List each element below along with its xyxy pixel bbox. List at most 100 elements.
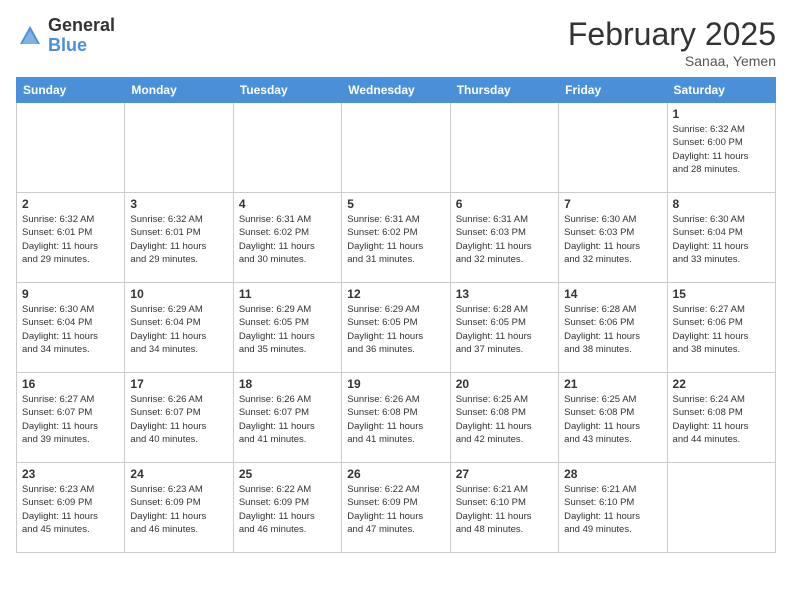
- calendar-cell: [450, 103, 558, 193]
- day-number: 12: [347, 287, 444, 301]
- day-number: 11: [239, 287, 336, 301]
- calendar-cell: 12 Sunrise: 6:29 AM Sunset: 6:05 PM Dayli…: [342, 283, 450, 373]
- day-info: Sunrise: 6:25 AM Sunset: 6:08 PM Dayligh…: [564, 393, 661, 446]
- day-info: Sunrise: 6:28 AM Sunset: 6:05 PM Dayligh…: [456, 303, 553, 356]
- calendar-cell: 23 Sunrise: 6:23 AM Sunset: 6:09 PM Dayli…: [17, 463, 125, 553]
- day-number: 24: [130, 467, 227, 481]
- calendar-cell: 19 Sunrise: 6:26 AM Sunset: 6:08 PM Dayli…: [342, 373, 450, 463]
- day-header-friday: Friday: [559, 78, 667, 103]
- day-number: 26: [347, 467, 444, 481]
- location: Sanaa, Yemen: [568, 53, 776, 69]
- day-number: 7: [564, 197, 661, 211]
- day-info: Sunrise: 6:21 AM Sunset: 6:10 PM Dayligh…: [564, 483, 661, 536]
- day-header-saturday: Saturday: [667, 78, 775, 103]
- day-number: 13: [456, 287, 553, 301]
- day-number: 22: [673, 377, 770, 391]
- day-number: 5: [347, 197, 444, 211]
- page-header: General Blue February 2025 Sanaa, Yemen: [16, 16, 776, 69]
- title-block: February 2025 Sanaa, Yemen: [568, 16, 776, 69]
- calendar-cell: 18 Sunrise: 6:26 AM Sunset: 6:07 PM Dayli…: [233, 373, 341, 463]
- day-info: Sunrise: 6:26 AM Sunset: 6:08 PM Dayligh…: [347, 393, 444, 446]
- logo-text: General Blue: [48, 16, 115, 56]
- calendar-cell: 14 Sunrise: 6:28 AM Sunset: 6:06 PM Dayli…: [559, 283, 667, 373]
- logo-icon: [16, 22, 44, 50]
- logo-blue: Blue: [48, 36, 115, 56]
- day-info: Sunrise: 6:31 AM Sunset: 6:03 PM Dayligh…: [456, 213, 553, 266]
- month-title: February 2025: [568, 16, 776, 53]
- day-number: 25: [239, 467, 336, 481]
- calendar-week-3: 9Sunrise: 6:30 AM Sunset: 6:04 PM Daylig…: [17, 283, 776, 373]
- day-number: 19: [347, 377, 444, 391]
- day-info: Sunrise: 6:31 AM Sunset: 6:02 PM Dayligh…: [347, 213, 444, 266]
- calendar-cell: 20 Sunrise: 6:25 AM Sunset: 6:08 PM Dayli…: [450, 373, 558, 463]
- calendar-cell: 4 Sunrise: 6:31 AM Sunset: 6:02 PM Daylig…: [233, 193, 341, 283]
- day-header-sunday: Sunday: [17, 78, 125, 103]
- day-header-thursday: Thursday: [450, 78, 558, 103]
- calendar-cell: 6 Sunrise: 6:31 AM Sunset: 6:03 PM Daylig…: [450, 193, 558, 283]
- day-info: Sunrise: 6:24 AM Sunset: 6:08 PM Dayligh…: [673, 393, 770, 446]
- calendar-week-1: 1Sunrise: 6:32 AM Sunset: 6:00 PM Daylig…: [17, 103, 776, 193]
- day-number: 2: [22, 197, 119, 211]
- calendar-cell: 16 Sunrise: 6:27 AM Sunset: 6:07 PM Dayli…: [17, 373, 125, 463]
- calendar-cell: 11 Sunrise: 6:29 AM Sunset: 6:05 PM Dayli…: [233, 283, 341, 373]
- calendar-cell: 13 Sunrise: 6:28 AM Sunset: 6:05 PM Dayli…: [450, 283, 558, 373]
- day-info: Sunrise: 6:26 AM Sunset: 6:07 PM Dayligh…: [239, 393, 336, 446]
- day-number: 6: [456, 197, 553, 211]
- day-info: Sunrise: 6:27 AM Sunset: 6:07 PM Dayligh…: [22, 393, 119, 446]
- day-info: Sunrise: 6:29 AM Sunset: 6:05 PM Dayligh…: [347, 303, 444, 356]
- day-info: Sunrise: 6:32 AM Sunset: 6:01 PM Dayligh…: [22, 213, 119, 266]
- calendar-cell: [125, 103, 233, 193]
- calendar-cell: [17, 103, 125, 193]
- calendar-cell: 28 Sunrise: 6:21 AM Sunset: 6:10 PM Dayli…: [559, 463, 667, 553]
- day-info: Sunrise: 6:31 AM Sunset: 6:02 PM Dayligh…: [239, 213, 336, 266]
- calendar-cell: 8Sunrise: 6:30 AM Sunset: 6:04 PM Daylig…: [667, 193, 775, 283]
- calendar-cell: 22 Sunrise: 6:24 AM Sunset: 6:08 PM Dayli…: [667, 373, 775, 463]
- calendar-cell: 15Sunrise: 6:27 AM Sunset: 6:06 PM Dayli…: [667, 283, 775, 373]
- day-info: Sunrise: 6:25 AM Sunset: 6:08 PM Dayligh…: [456, 393, 553, 446]
- day-number: 14: [564, 287, 661, 301]
- calendar-cell: [559, 103, 667, 193]
- day-number: 20: [456, 377, 553, 391]
- calendar-cell: 1Sunrise: 6:32 AM Sunset: 6:00 PM Daylig…: [667, 103, 775, 193]
- day-info: Sunrise: 6:30 AM Sunset: 6:03 PM Dayligh…: [564, 213, 661, 266]
- day-info: Sunrise: 6:29 AM Sunset: 6:05 PM Dayligh…: [239, 303, 336, 356]
- calendar-cell: 26Sunrise: 6:22 AM Sunset: 6:09 PM Dayli…: [342, 463, 450, 553]
- logo-general: General: [48, 16, 115, 36]
- calendar-cell: 25 Sunrise: 6:22 AM Sunset: 6:09 PM Dayli…: [233, 463, 341, 553]
- calendar-week-5: 23 Sunrise: 6:23 AM Sunset: 6:09 PM Dayli…: [17, 463, 776, 553]
- day-number: 4: [239, 197, 336, 211]
- day-info: Sunrise: 6:23 AM Sunset: 6:09 PM Dayligh…: [130, 483, 227, 536]
- day-number: 17: [130, 377, 227, 391]
- day-info: Sunrise: 6:22 AM Sunset: 6:09 PM Dayligh…: [239, 483, 336, 536]
- calendar-cell: 7 Sunrise: 6:30 AM Sunset: 6:03 PM Daylig…: [559, 193, 667, 283]
- calendar-cell: [342, 103, 450, 193]
- day-number: 27: [456, 467, 553, 481]
- day-info: Sunrise: 6:30 AM Sunset: 6:04 PM Dayligh…: [22, 303, 119, 356]
- calendar-week-4: 16 Sunrise: 6:27 AM Sunset: 6:07 PM Dayli…: [17, 373, 776, 463]
- day-number: 18: [239, 377, 336, 391]
- day-header-wednesday: Wednesday: [342, 78, 450, 103]
- day-info: Sunrise: 6:29 AM Sunset: 6:04 PM Dayligh…: [130, 303, 227, 356]
- day-number: 21: [564, 377, 661, 391]
- calendar-cell: 24 Sunrise: 6:23 AM Sunset: 6:09 PM Dayli…: [125, 463, 233, 553]
- calendar-cell: 10Sunrise: 6:29 AM Sunset: 6:04 PM Dayli…: [125, 283, 233, 373]
- day-number: 15: [673, 287, 770, 301]
- day-header-monday: Monday: [125, 78, 233, 103]
- day-info: Sunrise: 6:32 AM Sunset: 6:01 PM Dayligh…: [130, 213, 227, 266]
- calendar-cell: 2 Sunrise: 6:32 AM Sunset: 6:01 PM Daylig…: [17, 193, 125, 283]
- day-number: 3: [130, 197, 227, 211]
- calendar-cell: 9Sunrise: 6:30 AM Sunset: 6:04 PM Daylig…: [17, 283, 125, 373]
- day-number: 8: [673, 197, 770, 211]
- day-header-tuesday: Tuesday: [233, 78, 341, 103]
- day-info: Sunrise: 6:28 AM Sunset: 6:06 PM Dayligh…: [564, 303, 661, 356]
- logo: General Blue: [16, 16, 115, 56]
- day-number: 28: [564, 467, 661, 481]
- day-number: 16: [22, 377, 119, 391]
- calendar-cell: [233, 103, 341, 193]
- calendar-cell: 17Sunrise: 6:26 AM Sunset: 6:07 PM Dayli…: [125, 373, 233, 463]
- calendar-header-row: SundayMondayTuesdayWednesdayThursdayFrid…: [17, 78, 776, 103]
- day-number: 23: [22, 467, 119, 481]
- day-info: Sunrise: 6:23 AM Sunset: 6:09 PM Dayligh…: [22, 483, 119, 536]
- calendar-cell: 21 Sunrise: 6:25 AM Sunset: 6:08 PM Dayli…: [559, 373, 667, 463]
- calendar-cell: 3 Sunrise: 6:32 AM Sunset: 6:01 PM Daylig…: [125, 193, 233, 283]
